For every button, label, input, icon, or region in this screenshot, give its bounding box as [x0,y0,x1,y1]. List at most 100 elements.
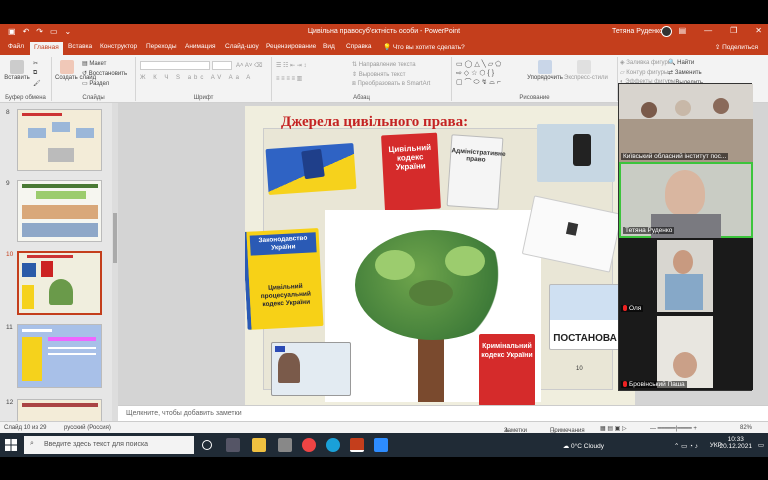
replace-button[interactable]: ⇄ Заменить [668,69,702,76]
restore-icon[interactable]: ❐ [730,26,737,35]
minimize-icon[interactable]: — [704,26,712,35]
avatar[interactable] [661,26,672,37]
weather-label: 0°C Cloudy [571,443,604,450]
share-button[interactable]: ⇪ Поделиться [715,43,758,51]
notes-pane[interactable]: Щелкните, чтобы добавить заметки [118,405,768,421]
font-group: A˄ A˅ ⌫ Ж К Ч S abc AV Aa A Шрифт [136,57,272,101]
tray-icons[interactable]: ⌃ ▭ ◔ ♪ [674,442,698,450]
shape-outline-label: Контур фигуры [626,70,669,76]
thumb-shape [36,191,86,199]
arrange-button[interactable]: Упорядочить [526,60,564,81]
section-label: Раздел [89,81,110,87]
video-tile[interactable]: Бровінський Паша [619,314,753,390]
tab-transitions[interactable]: Переходы [146,43,177,50]
paste-label: Вставить [4,75,30,81]
video-tile-active-speaker[interactable]: Тетяна Руденко [619,162,753,238]
participant-face [673,250,693,274]
scrollbar-thumb[interactable] [113,213,117,263]
user-name[interactable]: Тетяна Руденко [612,28,663,35]
participant-figure [675,100,691,116]
edge-icon[interactable] [326,438,340,452]
drawing-group-label: Рисование [519,95,550,101]
task-view-icon[interactable] [226,438,240,452]
layout-button[interactable]: ▤ Макет [82,60,106,67]
chrome-icon[interactable] [302,438,316,452]
notes-placeholder: Щелкните, чтобы добавить заметки [126,410,242,417]
font-style-buttons[interactable]: Ж К Ч S abc AV Aa A [140,75,253,81]
clock[interactable]: 10:33 20.12.2021 [719,436,752,450]
slides-group: Создать слайд ▤ Макет ↺ Восстановить ▭ Р… [52,57,136,101]
zoom-level[interactable]: 82% [740,425,752,431]
slide-thumbnail[interactable] [17,399,102,423]
format-painter-icon[interactable]: 🖌 [33,80,41,87]
tab-file[interactable]: Файл [8,43,24,50]
video-tile[interactable]: Оля [619,238,753,314]
zoom-slider[interactable]: — ━━━━━|━━━━ + [650,425,697,432]
notification-icon[interactable]: ▭ [758,441,764,449]
quick-styles-label: Экспресс-стили [564,75,608,81]
zoom-icon[interactable] [374,438,388,452]
cortana-icon[interactable] [202,440,212,450]
tab-insert[interactable]: Вставка [68,43,92,50]
tab-help[interactable]: Справка [346,43,372,50]
reset-button[interactable]: ↺ Восстановить [82,70,127,77]
text-direction-button[interactable]: ⇅ Направление текста [352,61,416,68]
video-tile[interactable]: Київський обласний інститут пос... [619,84,753,162]
text-direction-label: Направление текста [358,62,416,68]
participant-figure [641,102,657,118]
font-size-buttons[interactable]: A˄ A˅ ⌫ [236,62,263,69]
view-buttons[interactable]: ▦ ▤ ▣ ▷ [600,425,627,432]
criminal-code-title: Кримінальний кодекс України [481,343,533,359]
language-indicator[interactable]: русский (Россия) [64,425,111,431]
clipboard-group: Вставить ✂ ⧉ 🖌 Буфер обмена [0,57,52,101]
app-window: ▣ ↶ ↷ ▭ ⌄ Цивільна правосуб'єктність осо… [0,0,768,480]
font-name-field[interactable] [140,61,210,70]
new-slide-button[interactable]: Создать слайд [55,60,96,81]
tab-slideshow[interactable]: Слайд-шоу [225,43,259,50]
weather-widget[interactable]: ☁ 0°C Cloudy [563,442,604,450]
cut-icon[interactable]: ✂ [33,60,38,67]
slide-thumbnail[interactable] [17,109,102,171]
clipboard-group-label: Буфер обмена [5,95,46,101]
tab-animations[interactable]: Анимация [185,43,216,50]
list-buttons[interactable]: ☰ ☷ ⇤ ⇥ ↕ [276,62,306,69]
font-size-field[interactable] [212,61,232,70]
store-icon[interactable] [278,438,292,452]
screen-bottom-border [0,457,768,480]
paragraph-group-label: Абзац [353,95,370,101]
find-button[interactable]: 🔍 Найти [668,59,694,66]
paste-button[interactable]: Вставить [3,60,31,81]
slide-title[interactable]: Джерела цивільного права: [281,114,468,131]
tab-view[interactable]: Вид [323,43,335,50]
align-text-button[interactable]: ⇕ Выровнять текст [352,71,405,78]
shapes-gallery[interactable]: ▭ ◯ △ ╲ ▱ ⬠ ⇨ ◇ ☆ ⬡ { } ▢ ⌒ ⬭ ↯ ⌓ ⌐ [456,60,501,87]
ribbon-display-icon[interactable]: ▤ [679,26,687,35]
quick-styles-button[interactable]: Экспресс-стили [564,60,608,81]
shape-fill-label: Заливка фигуры [626,60,673,66]
powerpoint-icon[interactable] [350,438,364,452]
file-explorer-icon[interactable] [252,438,266,452]
close-icon[interactable]: ✕ [755,26,762,35]
search-icon: ⌕ [30,440,34,447]
shape-outline-button[interactable]: ▱ Контур фигуры [620,69,668,76]
participant-body [651,214,721,238]
taskbar-search-box[interactable]: ⌕ Введите здесь текст для поиска [24,436,194,454]
windows-start-icon[interactable] [4,438,18,452]
thumb-title-bar [22,329,52,332]
share-label: Поделиться [722,44,758,51]
slide-thumbnails-panel: 8 9 10 11 12 [0,103,118,423]
tell-me-search[interactable]: 💡 Что вы хотите сделать? [383,43,465,51]
tab-design[interactable]: Конструктор [100,43,137,50]
slide-thumbnail[interactable] [17,324,102,388]
tab-review[interactable]: Рецензирование [266,43,316,50]
section-button[interactable]: ▭ Раздел [82,80,109,87]
current-slide[interactable]: Джерела цивільного права: Цивільний коде… [245,106,635,408]
smartart-button[interactable]: ⧈ Преобразовать в SmartArt [352,81,430,88]
align-text-label: Выровнять текст [358,72,406,78]
slide-thumbnail[interactable] [17,180,102,242]
copy-icon[interactable]: ⧉ [33,70,37,77]
align-buttons[interactable]: ≡ ≡ ≡ ≡ ▥ [276,75,302,82]
shape-fill-button[interactable]: ◈ Заливка фигуры [620,59,672,66]
tab-home[interactable]: Главная [30,42,63,55]
slide-thumbnail-selected[interactable] [17,251,102,315]
